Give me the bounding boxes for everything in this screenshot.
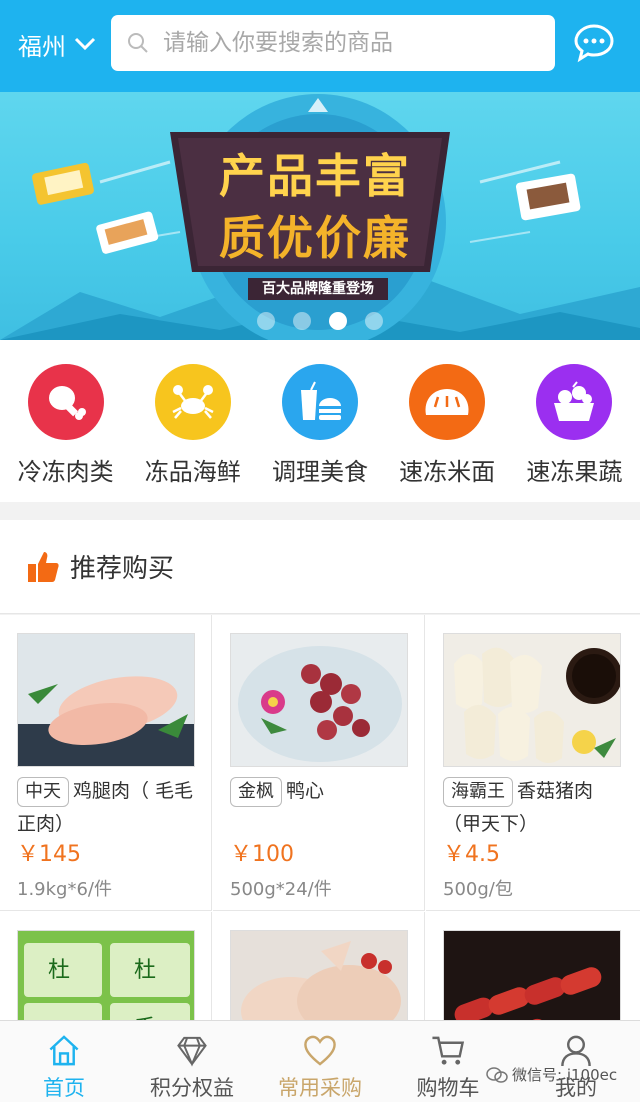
banner-title-line1: 产品丰富	[219, 149, 411, 203]
tab-favorites[interactable]: 常用采购	[256, 1021, 384, 1102]
tab-label: 常用采购	[278, 1076, 362, 1100]
cart-icon	[432, 1036, 465, 1065]
product-image	[230, 633, 408, 767]
home-icon	[49, 1035, 79, 1066]
banner-title-line2: 质优价廉	[219, 211, 411, 265]
category-frozen-seafood[interactable]: 冻品海鲜	[131, 340, 255, 502]
product-spec: 500g/包	[443, 879, 513, 900]
banner-subtitle: 百大品牌隆重登场	[262, 281, 374, 297]
category-prepared-food[interactable]: 调理美食	[258, 340, 382, 502]
crab-icon	[154, 364, 231, 440]
category-frozen-produce[interactable]: 速冻果蔬	[512, 340, 636, 502]
svg-text:杜: 杜	[134, 958, 156, 983]
product-card[interactable]: 海霸王 香菇猪肉（甲天下） ￥4.5 500g/包	[426, 615, 640, 911]
category-label: 冷冻肉类	[17, 458, 114, 486]
carousel-dot[interactable]	[293, 312, 311, 330]
top-header: 福州	[0, 0, 640, 92]
watermark-text: 微信号: i100ec	[512, 1066, 618, 1084]
tab-label: 购物车	[416, 1076, 480, 1100]
category-label: 冻品海鲜	[144, 458, 241, 486]
product-pack-right	[515, 173, 581, 221]
product-spec: 500g*24/件	[230, 879, 332, 900]
tab-profile[interactable]: 我的	[512, 1021, 640, 1102]
recommend-header: 推荐购买	[0, 520, 640, 614]
thumbs-up-icon	[28, 551, 59, 582]
product-name-line: 中天 鸡腿肉（ 毛毛正肉）	[17, 775, 197, 841]
product-card[interactable]: 中天 鸡腿肉（ 毛毛正肉） ￥145 1.9kg*6/件	[0, 615, 212, 911]
category-label: 调理美食	[271, 458, 368, 486]
brand-tag: 金枫	[230, 777, 282, 807]
category-frozen-noodles[interactable]: 速冻米面	[385, 340, 509, 502]
search-box[interactable]	[111, 15, 555, 71]
svg-text:杜: 杜	[48, 958, 70, 983]
search-input[interactable]	[163, 30, 543, 56]
product-price: ￥100	[230, 842, 294, 867]
search-icon	[128, 33, 148, 53]
tab-cart[interactable]: 购物车	[384, 1021, 512, 1102]
brand-tag: 海霸王	[443, 777, 513, 807]
carousel-dot[interactable]	[257, 312, 275, 330]
promo-banner[interactable]: 产品丰富 质优价廉 百大品牌隆重登场	[0, 92, 640, 340]
carousel-indicator	[0, 312, 640, 334]
product-pack-left	[32, 162, 94, 205]
product-card[interactable]: 金枫 鸭心 ￥100 500g*24/件	[213, 615, 425, 911]
product-spec: 1.9kg*6/件	[17, 879, 112, 900]
bread-icon	[409, 364, 486, 440]
fruit-basket-icon	[536, 364, 613, 440]
tab-points[interactable]: 积分权益	[128, 1021, 256, 1102]
carousel-dot-active[interactable]	[329, 312, 347, 330]
tab-label: 首页	[43, 1076, 85, 1100]
product-name-line: 金枫 鸭心	[230, 775, 410, 841]
tab-home[interactable]: 首页	[0, 1021, 128, 1102]
product-image	[17, 633, 195, 767]
wechat-icon	[486, 1066, 508, 1083]
product-price: ￥4.5	[443, 842, 500, 867]
user-icon	[561, 1035, 591, 1067]
bottom-tab-bar: 首页 积分权益 常用采购 购物车 我的	[0, 1020, 640, 1102]
product-price: ￥145	[17, 842, 81, 867]
chevron-down-icon	[74, 37, 96, 51]
diamond-icon	[177, 1036, 207, 1067]
city-selector[interactable]: 福州	[18, 24, 96, 64]
chat-bubble-icon[interactable]	[573, 22, 615, 64]
category-nav: 冷冻肉类 冻品海鲜 调理美食 速冻米面 速冻果蔬	[0, 340, 640, 502]
watermark: 微信号: i100ec	[486, 1064, 617, 1085]
product-pack-left2	[96, 211, 159, 254]
category-label: 速冻果蔬	[526, 458, 623, 486]
product-grid: 中天 鸡腿肉（ 毛毛正肉） ￥145 1.9kg*6/件 金枫 鸭心 ￥100 50…	[0, 615, 640, 1064]
city-label: 福州	[18, 32, 66, 61]
heart-icon	[304, 1035, 336, 1066]
product-image	[443, 633, 621, 767]
carousel-dot[interactable]	[365, 312, 383, 330]
brand-tag: 中天	[17, 777, 69, 807]
category-frozen-meat[interactable]: 冷冻肉类	[4, 340, 128, 502]
tab-label: 积分权益	[150, 1076, 234, 1100]
product-name-line: 海霸王 香菇猪肉（甲天下）	[443, 775, 623, 841]
product-name: 鸭心	[286, 780, 325, 802]
category-label: 速冻米面	[399, 458, 496, 486]
fastfood-icon	[281, 364, 358, 440]
section-title: 推荐购买	[70, 554, 175, 584]
drumstick-icon	[27, 364, 104, 440]
